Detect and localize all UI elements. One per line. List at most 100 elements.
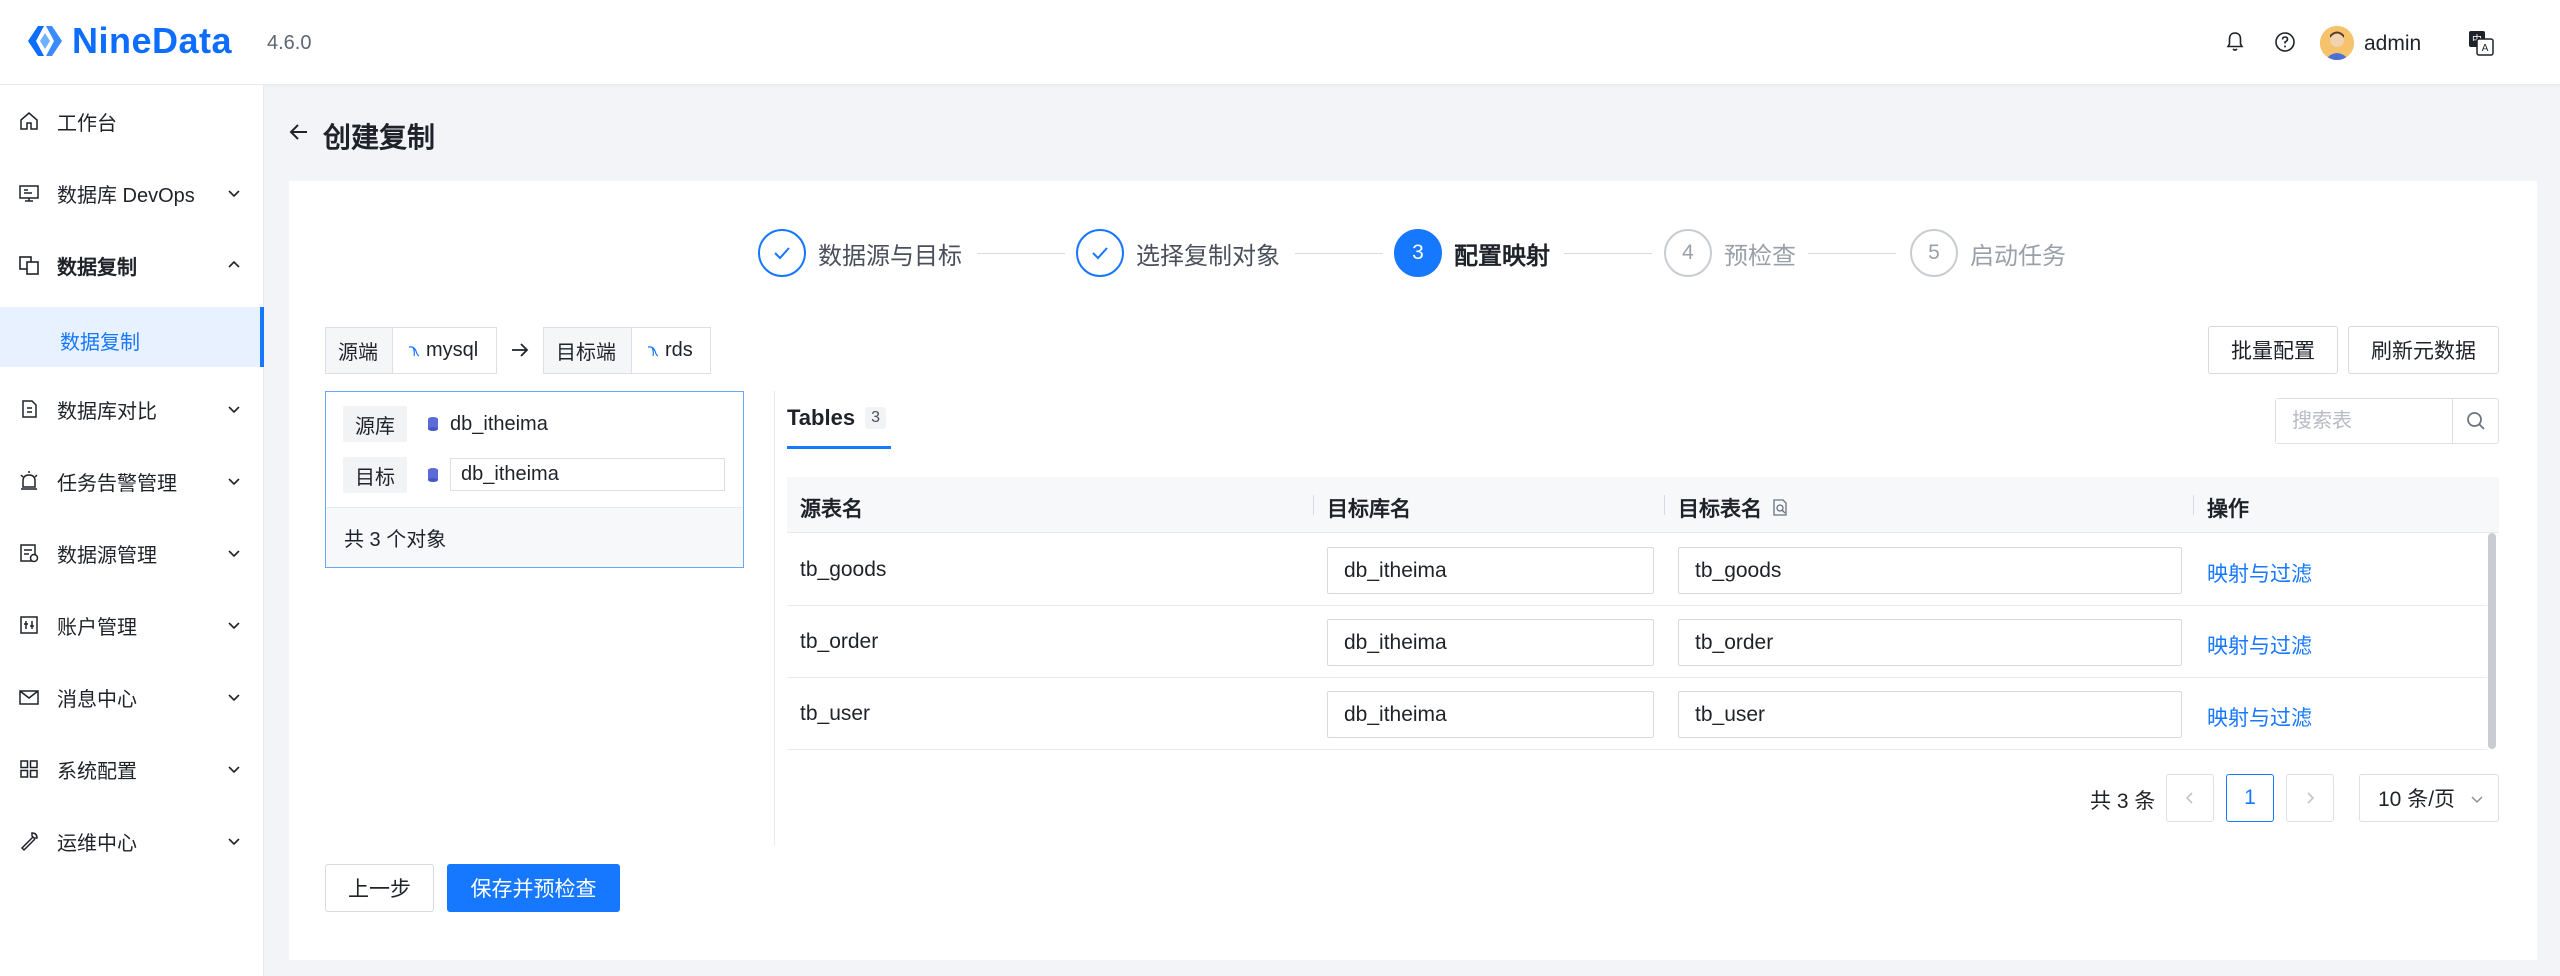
batch-config-button[interactable]: 批量配置 [2208,326,2338,374]
sidebar-item-workbench[interactable]: 工作台 [0,97,264,145]
target-label-chip: 目标端 [543,327,632,374]
mail-icon [19,690,39,705]
search-doc-icon[interactable] [1770,498,1790,518]
source-db-name: db_itheima [450,412,548,435]
sidebar-item-compare[interactable]: 数据库对比 [0,385,264,433]
chevron-down-icon [228,766,240,774]
step-3-label: 配置映射 [1454,243,1550,270]
check-icon [774,247,790,260]
step-2-circle [1076,229,1124,277]
refresh-metadata-button[interactable]: 刷新元数据 [2348,326,2499,374]
database-icon [428,468,438,482]
column-separator [2193,495,2194,515]
version-label: 4.6.0 [267,32,312,54]
page-size-select[interactable]: 10 条/页 [2359,774,2499,822]
target-table-input[interactable]: tb_user [1678,691,2182,738]
table-scrollbar[interactable] [2488,533,2496,749]
step-connector [1564,253,1652,254]
target-value-chip: rds [631,327,711,374]
chevron-down-icon [228,406,240,414]
app-logo[interactable]: NineData [24,20,232,62]
search-button[interactable] [2452,399,2498,443]
sidebar-subitem-label: 数据复制 [60,332,140,354]
table-row: tb_user db_itheima tb_user 映射与过滤 [787,678,2487,750]
page-title: 创建复制 [323,122,436,153]
column-source-table: 源表名 [800,498,863,521]
sidebar-item-system[interactable]: 系统配置 [0,745,264,793]
chevron-right-icon [2307,792,2315,804]
sidebar-item-messages[interactable]: 消息中心 [0,673,264,721]
sidebar-item-replication[interactable]: 数据复制 [0,241,264,289]
panel-divider [774,391,775,846]
username[interactable]: admin [2364,32,2421,56]
source-table-cell: tb_order [800,630,879,653]
language-icon[interactable]: 中 A [2467,29,2495,57]
sidebar-item-alerts[interactable]: 任务告警管理 [0,457,264,505]
sidebar: 工作台 数据库 DevOps 数据复制 数据复制 数据库对比 任务告警管理 数据… [0,85,264,976]
table-search[interactable] [2275,398,2499,444]
save-and-precheck-button[interactable]: 保存并预检查 [447,864,620,912]
step-4-label: 预检查 [1724,243,1796,270]
tab-tables[interactable]: Tables 3 [787,405,886,431]
prev-page-button[interactable] [2166,774,2214,822]
help-icon[interactable] [2273,30,2297,54]
top-header: NineData 4.6.0 admin 中 A [0,0,2560,85]
chevron-down-icon [228,694,240,702]
target-db-name: db_itheima [461,463,559,485]
target-db-input[interactable]: db_itheima [1327,547,1654,594]
sidebar-item-label: 数据库对比 [57,400,157,423]
source-label-chip: 源端 [325,327,393,374]
step-connector [977,253,1065,254]
source-table-cell: tb_user [800,702,871,725]
avatar-face-icon [2320,26,2354,60]
next-page-button[interactable] [2286,774,2334,822]
step-2-label: 选择复制对象 [1136,243,1280,270]
step-5-circle: 5 [1910,229,1958,277]
step-4-circle: 4 [1664,229,1712,277]
step-5-number: 5 [1928,241,1940,264]
bell-icon[interactable] [2223,30,2247,54]
mapping-filter-link[interactable]: 映射与过滤 [2207,702,2312,732]
chevron-down-icon [228,838,240,846]
mapping-filter-link[interactable]: 映射与过滤 [2207,630,2312,660]
sidebar-item-devops[interactable]: 数据库 DevOps [0,169,264,217]
step-3-circle: 3 [1394,229,1442,277]
sidebar-item-datasource[interactable]: 数据源管理 [0,529,264,577]
back-arrow-icon[interactable] [287,120,311,144]
tab-tables-label: Tables [787,405,856,430]
target-label: 目标端 [556,342,616,364]
compare-icon [22,400,37,418]
app-name: NineData [72,20,233,61]
table-row: tb_goods db_itheima tb_goods 映射与过滤 [787,534,2487,606]
datasource-icon [20,544,39,563]
target-db-input[interactable]: db_itheima [1327,619,1654,666]
step-1-circle [758,229,806,277]
search-input[interactable] [2276,399,2452,443]
mapping-filter-link[interactable]: 映射与过滤 [2207,558,2312,588]
target-db-value: db_itheima [1344,702,1447,726]
sidebar-item-accounts[interactable]: 账户管理 [0,601,264,649]
mysql-icon [408,345,420,357]
sidebar-item-label: 数据库 DevOps [57,184,195,207]
step-5-label: 启动任务 [1970,243,2066,270]
target-table-value: tb_order [1695,630,1774,654]
target-db-input[interactable]: db_itheima [450,458,725,491]
source-value-chip: mysql [392,327,497,374]
sidebar-item-label: 运维中心 [57,832,137,855]
avatar[interactable] [2320,26,2354,60]
target-value: rds [665,339,693,361]
previous-step-button[interactable]: 上一步 [325,864,434,912]
db-mapping-panel[interactable]: 源库 db_itheima 目标 db_itheima 共 3 个对象 [325,391,744,568]
table-header: 源表名 目标库名 目标表名 操作 [787,477,2499,533]
rds-icon [647,345,659,357]
target-db-input[interactable]: db_itheima [1327,691,1654,738]
sidebar-item-label: 数据复制 [57,256,137,279]
sidebar-item-label: 任务告警管理 [57,472,177,495]
target-table-input[interactable]: tb_goods [1678,547,2182,594]
page-1-button[interactable]: 1 [2226,774,2274,822]
database-icon [428,417,438,431]
monitor-icon [19,185,39,202]
target-table-input[interactable]: tb_order [1678,619,2182,666]
sidebar-item-ops[interactable]: 运维中心 [0,817,264,865]
sidebar-subitem-replication[interactable]: 数据复制 [0,307,264,367]
